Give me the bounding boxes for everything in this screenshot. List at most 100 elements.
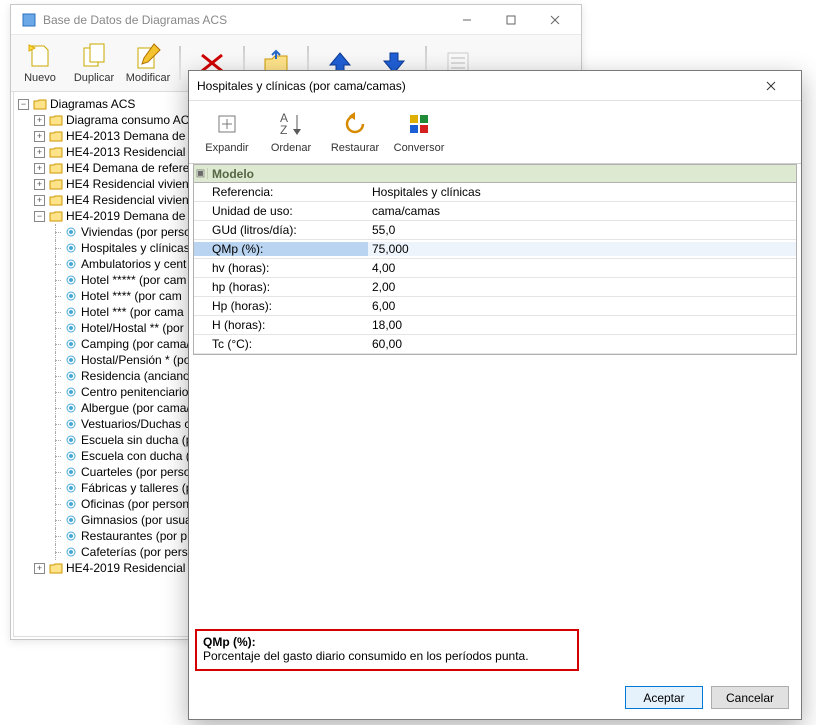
- collapse-icon[interactable]: ▣: [194, 168, 208, 179]
- nuevo-button[interactable]: Nuevo: [14, 38, 66, 88]
- tree-line: [50, 480, 61, 496]
- tree-label: Hotel/Hostal ** (por: [81, 320, 184, 336]
- modificar-label: Modificar: [126, 72, 171, 84]
- tree-line: [50, 400, 61, 416]
- dialog-toolbar: Expandir AZ Ordenar Restaurar Conversor: [189, 101, 801, 164]
- folder-icon: [49, 178, 63, 190]
- ordenar-button[interactable]: AZ Ordenar: [259, 105, 323, 159]
- tree-label: Hotel *** (por cama: [81, 304, 184, 320]
- restaurar-button[interactable]: Restaurar: [323, 105, 387, 159]
- tree-label: Oficinas (por person: [81, 496, 189, 512]
- property-label: Referencia:: [194, 185, 368, 199]
- item-icon: [65, 370, 77, 382]
- minimize-button[interactable]: [445, 6, 489, 34]
- tree-label: Cafeterías (por pers: [81, 544, 188, 560]
- description-title: QMp (%):: [203, 635, 571, 649]
- property-row[interactable]: hv (horas):4,00: [194, 259, 796, 278]
- property-row[interactable]: Hp (horas):6,00: [194, 297, 796, 316]
- property-row[interactable]: Tc (°C):60,00: [194, 335, 796, 354]
- tree-label: Escuela con ducha (: [81, 448, 190, 464]
- cancel-label: Cancelar: [726, 691, 774, 705]
- tree-label: Fábricas y talleres (p: [81, 480, 192, 496]
- tree-line: [50, 272, 61, 288]
- sort-icon: AZ: [277, 110, 305, 138]
- item-icon: [65, 290, 77, 302]
- tree-label: Hotel **** (por cam: [81, 288, 182, 304]
- property-value[interactable]: Hospitales y clínicas: [368, 185, 796, 199]
- restore-icon: [341, 110, 369, 138]
- property-value[interactable]: 4,00: [368, 261, 796, 275]
- modificar-button[interactable]: Modificar: [122, 38, 174, 88]
- expand-icon[interactable]: +: [34, 115, 45, 126]
- property-value[interactable]: 2,00: [368, 280, 796, 294]
- tree-label: Hotel ***** (por cam: [81, 272, 186, 288]
- tree-line: [50, 368, 61, 384]
- property-row[interactable]: GUd (litros/día):55,0: [194, 221, 796, 240]
- tree-label: HE4-2019 Demana de re: [66, 208, 199, 224]
- tree-label: Diagrama consumo ACS: [66, 112, 197, 128]
- tree-label: Albergue (por cama/: [81, 400, 190, 416]
- folder-icon: [49, 210, 63, 222]
- property-value[interactable]: 60,00: [368, 337, 796, 351]
- property-value[interactable]: cama/camas: [368, 204, 796, 218]
- property-row[interactable]: Referencia:Hospitales y clínicas: [194, 183, 796, 202]
- tree-label: Escuela sin ducha (p: [81, 432, 192, 448]
- expand-icon[interactable]: +: [34, 163, 45, 174]
- property-row[interactable]: hp (horas):2,00: [194, 278, 796, 297]
- tree-line: [50, 512, 61, 528]
- tree-line: [50, 240, 61, 256]
- accept-button[interactable]: Aceptar: [625, 686, 703, 709]
- property-row[interactable]: Unidad de uso:cama/camas: [194, 202, 796, 221]
- property-label: Tc (°C):: [194, 337, 368, 351]
- expand-icon[interactable]: +: [34, 147, 45, 158]
- dialog-close-button[interactable]: [749, 72, 793, 100]
- cancel-button[interactable]: Cancelar: [711, 686, 789, 709]
- tree-label: Diagramas ACS: [50, 96, 135, 112]
- property-row[interactable]: QMp (%):75,000: [194, 240, 796, 259]
- folder-icon: [49, 194, 63, 206]
- collapse-icon[interactable]: −: [18, 99, 29, 110]
- item-icon: [65, 354, 77, 366]
- close-button[interactable]: [533, 6, 577, 34]
- grid-group-header[interactable]: ▣ Modelo: [194, 165, 796, 183]
- tree-label: Vestuarios/Duchas c: [81, 416, 190, 432]
- item-icon: [65, 226, 77, 238]
- dialog-buttons: Aceptar Cancelar: [625, 686, 789, 709]
- item-icon: [65, 274, 77, 286]
- property-grid: ▣ Modelo Referencia:Hospitales y clínica…: [193, 164, 797, 355]
- conversor-label: Conversor: [394, 142, 445, 154]
- expand-icon[interactable]: +: [34, 195, 45, 206]
- tree-line: [50, 256, 61, 272]
- folder-icon: [49, 130, 63, 142]
- property-value[interactable]: 6,00: [368, 299, 796, 313]
- item-icon: [65, 338, 77, 350]
- tree-line: [50, 352, 61, 368]
- expandir-button[interactable]: Expandir: [195, 105, 259, 159]
- property-label: Hp (horas):: [194, 299, 368, 313]
- folder-icon: [49, 162, 63, 174]
- new-icon: [26, 42, 54, 70]
- nuevo-label: Nuevo: [24, 72, 56, 84]
- tree-line: [50, 320, 61, 336]
- edit-icon: [134, 42, 162, 70]
- property-value[interactable]: 75,000: [368, 242, 796, 256]
- property-value[interactable]: 55,0: [368, 223, 796, 237]
- folder-icon: [33, 98, 47, 110]
- conversor-button[interactable]: Conversor: [387, 105, 451, 159]
- item-icon: [65, 514, 77, 526]
- expand-icon[interactable]: +: [34, 131, 45, 142]
- tree-label: HE4 Residencial vivienda: [66, 176, 202, 192]
- svg-text:Z: Z: [280, 123, 287, 137]
- duplicate-icon: [80, 42, 108, 70]
- property-value[interactable]: 18,00: [368, 318, 796, 332]
- tree-label: Ambulatorios y cent: [81, 256, 186, 272]
- tree-label: Cuarteles (por perso: [81, 464, 190, 480]
- expand-icon[interactable]: +: [34, 563, 45, 574]
- collapse-icon[interactable]: −: [34, 211, 45, 222]
- property-row[interactable]: H (horas):18,00: [194, 316, 796, 335]
- tree-label: Centro penitenciario: [81, 384, 188, 400]
- expand-icon[interactable]: +: [34, 179, 45, 190]
- maximize-button[interactable]: [489, 6, 533, 34]
- tree-label: HE4-2013 Demana de re: [66, 128, 199, 144]
- duplicar-button[interactable]: Duplicar: [68, 38, 120, 88]
